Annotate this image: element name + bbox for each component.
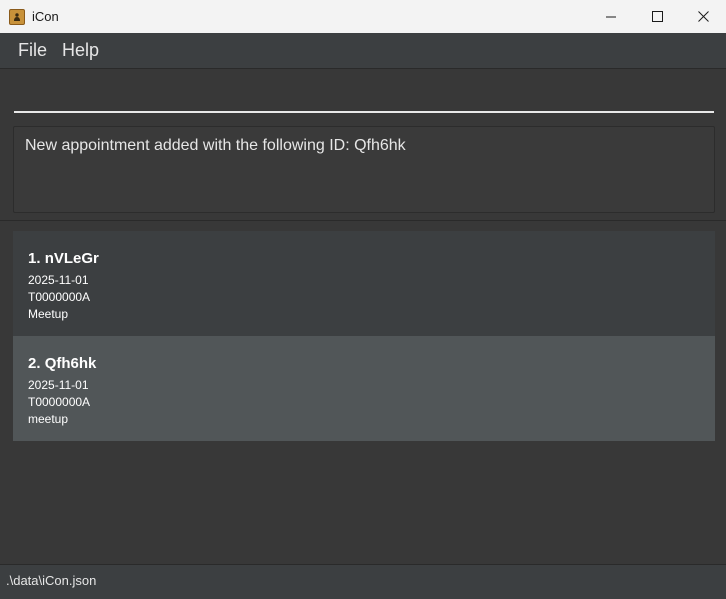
appointment-index: 2.	[28, 355, 41, 372]
menu-help[interactable]: Help	[62, 40, 99, 61]
result-area: New appointment added with the following…	[0, 119, 726, 220]
save-file-path: .\data\iCon.json	[6, 573, 97, 588]
result-message: New appointment added with the following…	[25, 137, 406, 154]
menu-file[interactable]: File	[18, 40, 47, 61]
appointment-title: 2. Qfh6hk	[28, 355, 96, 372]
command-input[interactable]	[14, 75, 714, 113]
title-bar: iCon	[0, 0, 726, 33]
appointment-description: meetup	[28, 412, 69, 426]
app-icon	[9, 9, 25, 25]
appointment-list: 1. nVLeGr 2025-11-01 T0000000A Meetup 2.…	[0, 220, 726, 565]
appointment-index: 1.	[28, 250, 41, 267]
window-title: iCon	[32, 9, 59, 24]
appointment-nric: T0000000A	[28, 395, 91, 409]
result-display: New appointment added with the following…	[13, 126, 715, 213]
appointment-id: nVLeGr	[44, 250, 99, 267]
minimize-button[interactable]	[588, 0, 634, 33]
close-icon	[697, 11, 709, 22]
appointment-description: Meetup	[28, 307, 69, 321]
maximize-icon	[651, 11, 663, 22]
close-button[interactable]	[680, 0, 726, 33]
minimize-icon	[606, 16, 616, 17]
maximize-button[interactable]	[634, 0, 680, 33]
appointment-id: Qfh6hk	[44, 355, 97, 372]
appointment-date: 2025-11-01	[28, 378, 89, 392]
menu-bar: File Help	[0, 33, 726, 69]
command-area	[0, 69, 726, 119]
appointment-date: 2025-11-01	[28, 273, 89, 287]
appointment-card-selected[interactable]: 2. Qfh6hk 2025-11-01 T0000000A meetup	[13, 336, 715, 441]
appointment-title: 1. nVLeGr	[28, 250, 99, 267]
status-bar: .\data\iCon.json	[0, 564, 726, 599]
appointment-nric: T0000000A	[28, 290, 91, 304]
appointment-card[interactable]: 1. nVLeGr 2025-11-01 T0000000A Meetup	[13, 231, 715, 336]
